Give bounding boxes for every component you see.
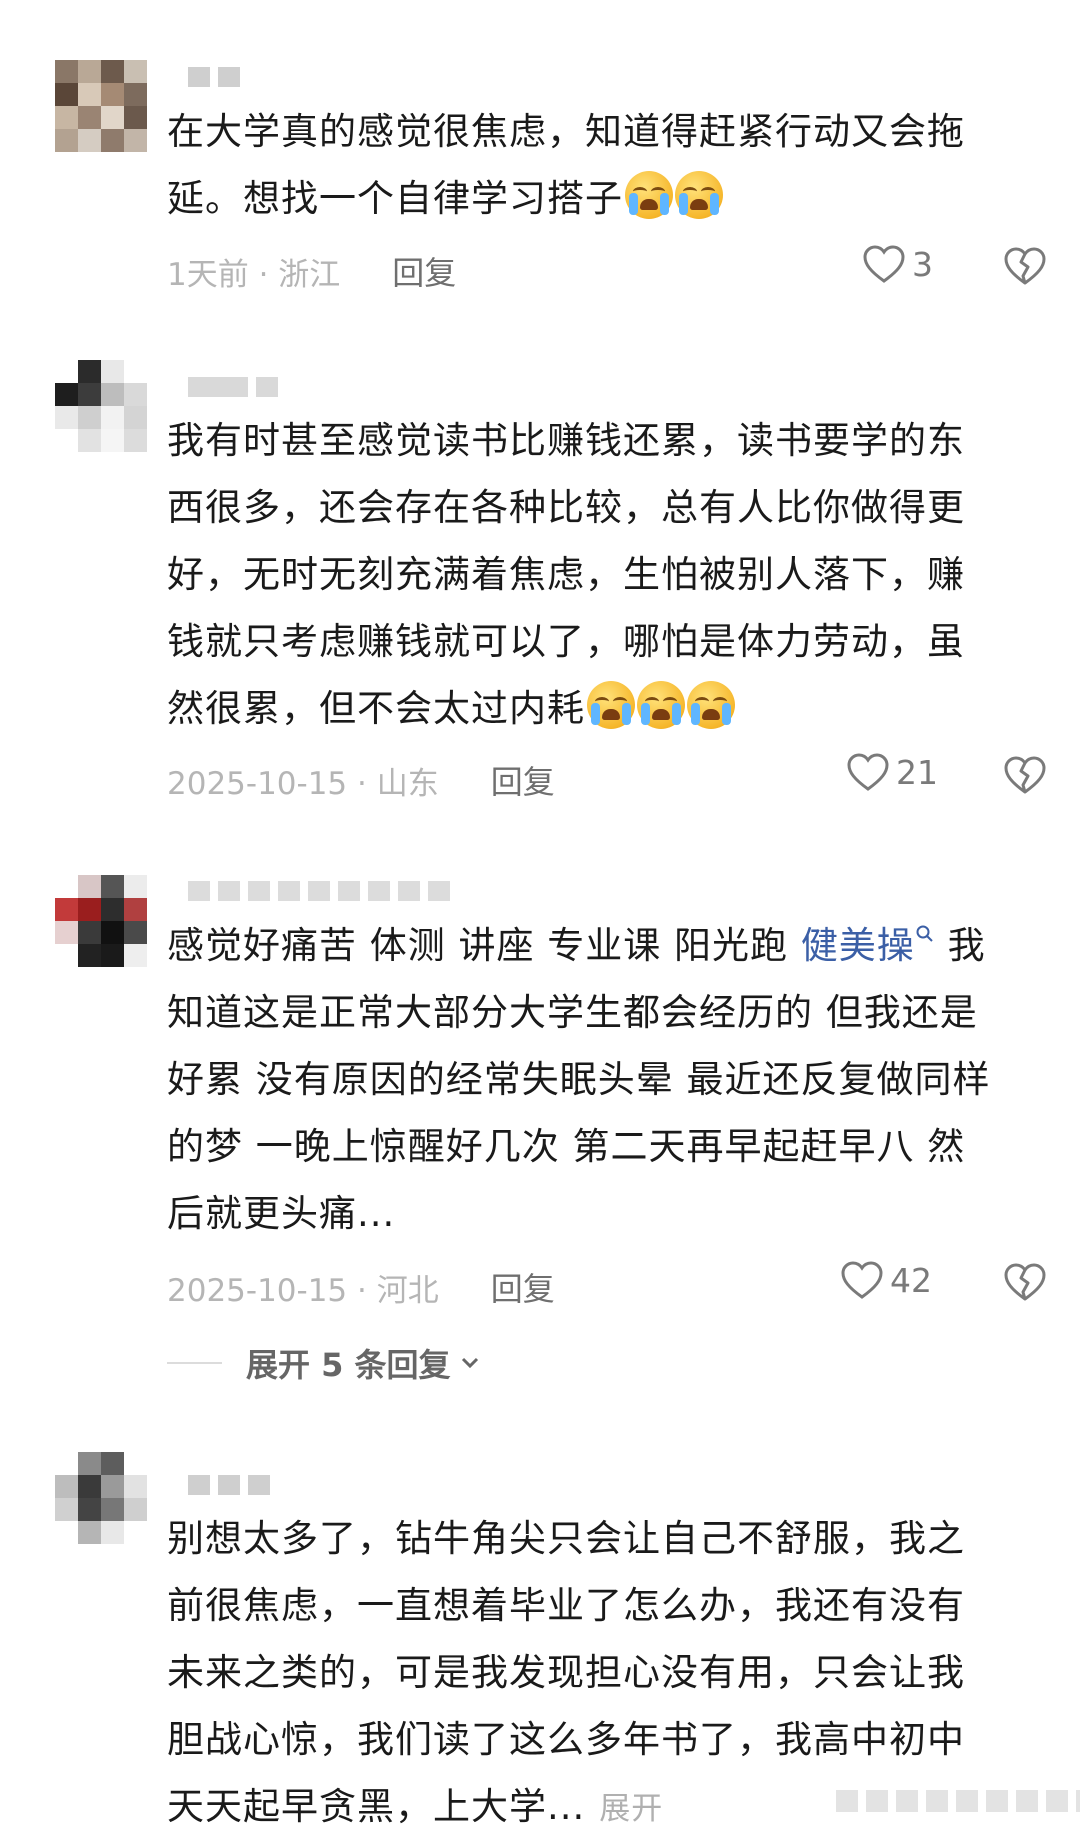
crying-face-emoji-icon xyxy=(587,681,635,729)
like-count: 3 xyxy=(912,244,933,284)
username-blurred[interactable] xyxy=(188,876,450,906)
comment-text: 感觉好痛苦 体测 讲座 专业课 阳光跑 健美操 我 知道这是正常大部分大学生都会… xyxy=(167,912,1047,1247)
watermark-blurred xyxy=(836,1790,1080,1812)
comment-line: 在大学真的感觉很焦虑，知道得赶紧行动又会拖 xyxy=(167,110,965,153)
like-count: 42 xyxy=(890,1260,932,1300)
comment-line: 好，无时无刻充满着焦虑，生怕被别人落下，赚 xyxy=(167,553,965,596)
comment-line: 胆战心惊，我们读了这么多年书了，我高中初中 xyxy=(167,1718,965,1761)
broken-heart-icon xyxy=(1004,247,1046,285)
crying-face-emoji-icon xyxy=(637,681,685,729)
like-button[interactable]: 21 xyxy=(846,752,938,792)
comment-text: 我有时甚至感觉读书比赚钱还累，读书要学的东 西很多，还会存在各种比较，总有人比你… xyxy=(167,407,1047,742)
like-button[interactable]: 42 xyxy=(840,1260,932,1300)
broken-heart-icon xyxy=(1004,756,1046,794)
reply-button[interactable]: 回复 xyxy=(491,1264,555,1310)
comment-line: 然很累，但不会太过内耗 xyxy=(167,675,1047,742)
comment-line: 前很焦虑，一直想着毕业了怎么办，我还有没有 xyxy=(167,1584,965,1627)
crying-face-emoji-icon xyxy=(687,681,735,729)
like-count: 21 xyxy=(896,752,938,792)
time-location: 1天前 · 浙江 xyxy=(167,256,341,293)
comment-line: 钱就只考虑赚钱就可以了，哪怕是体力劳动，虽 xyxy=(167,620,965,663)
like-button[interactable]: 3 xyxy=(862,244,933,284)
heart-outline-icon xyxy=(841,1261,883,1299)
reply-button[interactable]: 回复 xyxy=(392,248,456,294)
comment-line: 感觉好痛苦 体测 讲座 专业课 阳光跑 健美操 我 xyxy=(167,924,986,967)
expand-text-button[interactable]: 展开 xyxy=(599,1791,663,1827)
comment-line: 我有时甚至感觉读书比赚钱还累，读书要学的东 xyxy=(167,419,965,462)
time-location: 2025-10-15 · 河北 xyxy=(167,1272,439,1309)
username-blurred[interactable] xyxy=(188,1470,270,1500)
heart-outline-icon xyxy=(863,245,905,283)
comment-line: 未来之类的，可是我发现担心没有用，只会让我 xyxy=(167,1651,965,1694)
reply-button[interactable]: 回复 xyxy=(491,757,555,803)
crying-face-emoji-icon xyxy=(675,171,723,219)
comment-line: 的梦 一晚上惊醒好几次 第二天再早起赶早八 然 xyxy=(167,1125,966,1168)
chevron-down-icon xyxy=(461,1357,478,1369)
username-blurred[interactable] xyxy=(188,62,240,92)
dislike-button[interactable] xyxy=(1003,755,1047,795)
comment-meta: 1天前 · 浙江 回复 xyxy=(167,248,456,294)
dislike-button[interactable] xyxy=(1003,1262,1047,1302)
comment-meta: 2025-10-15 · 山东 回复 xyxy=(167,757,555,803)
comment-line: 延。想找一个自律学习搭子 xyxy=(167,165,1047,232)
comment-line: 知道这是正常大部分大学生都会经历的 但我还是 xyxy=(167,991,978,1034)
divider-line xyxy=(167,1362,222,1364)
comment-line: 别想太多了，钻牛角尖只会让自己不舒服，我之 xyxy=(167,1517,965,1560)
avatar[interactable] xyxy=(55,60,147,152)
comment-line: 好累 没有原因的经常失眠头晕 最近还反复做同样 xyxy=(167,1058,991,1101)
time-location: 2025-10-15 · 山东 xyxy=(167,765,439,802)
username-blurred[interactable] xyxy=(188,372,278,402)
comment-text: 在大学真的感觉很焦虑，知道得赶紧行动又会拖 延。想找一个自律学习搭子 xyxy=(167,98,1047,232)
expand-replies-label: 展开 5 条回复 xyxy=(246,1346,451,1384)
avatar[interactable] xyxy=(55,875,147,967)
comment-line: 后就更头痛... xyxy=(167,1192,396,1235)
comment-line: 西很多，还会存在各种比较，总有人比你做得更 xyxy=(167,486,965,529)
heart-outline-icon xyxy=(847,753,889,791)
topic-link[interactable]: 健美操 xyxy=(801,924,935,967)
comment-meta: 2025-10-15 · 河北 回复 xyxy=(167,1264,555,1310)
expand-replies-button[interactable]: 展开 5 条回复 xyxy=(167,1340,483,1386)
dislike-button[interactable] xyxy=(1003,246,1047,286)
search-icon xyxy=(916,925,933,942)
crying-face-emoji-icon xyxy=(625,171,673,219)
avatar[interactable] xyxy=(55,1452,147,1544)
avatar[interactable] xyxy=(55,360,147,452)
broken-heart-icon xyxy=(1004,1263,1046,1301)
